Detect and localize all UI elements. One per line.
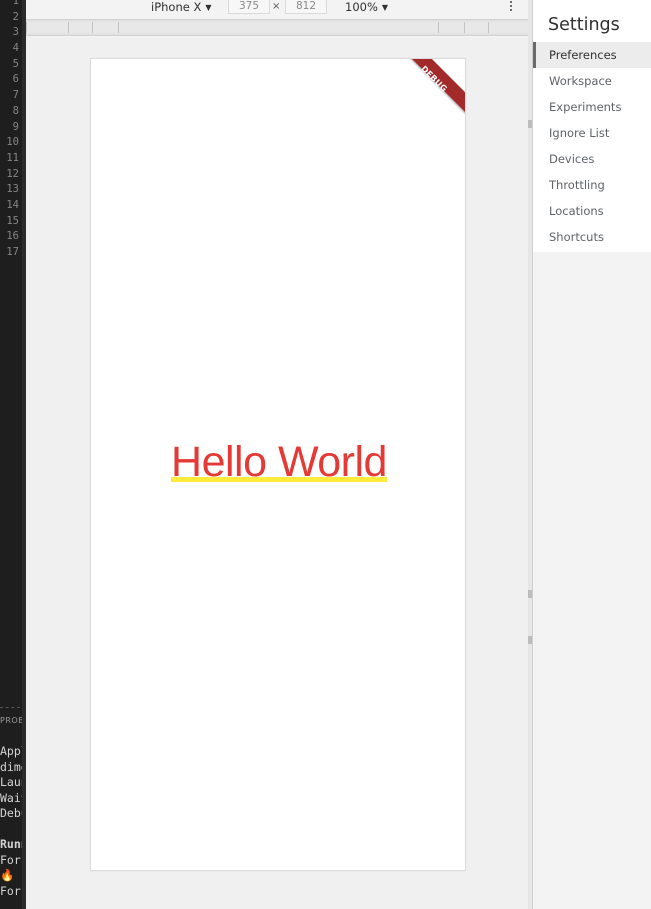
times-icon: × [272,1,281,12]
line-number: 10 [6,136,19,149]
device-viewport: DEBUG Hello World [26,37,531,909]
more-options-icon[interactable] [506,0,516,14]
line-number: 2 [12,10,19,23]
line-number: 9 [12,120,19,133]
debug-banner: DEBUG [394,59,465,119]
height-input[interactable]: 812 [285,0,327,14]
chevron-down-icon: ▼ [381,3,389,12]
zoom-select[interactable]: 100% ▼ [345,0,388,14]
settings-title: Settings [548,15,620,35]
device-name: iPhone X [151,0,202,14]
debug-label: DEBUG [419,64,449,94]
media-query-segment[interactable] [26,22,68,33]
line-number: 3 [12,26,19,39]
line-number: 14 [6,198,19,211]
line-number: 13 [6,183,19,196]
line-numbers: 1 2 3 4 5 6 7 8 9 10 11 12 13 14 15 16 1… [0,0,20,261]
line-number: 5 [12,57,19,70]
settings-nav: Preferences Workspace Experiments Ignore… [533,42,651,250]
media-query-bar [26,19,531,36]
settings-sidebar: Settings Preferences Workspace Experimen… [533,0,651,252]
media-query-segment[interactable] [488,22,531,33]
media-query-segment[interactable] [464,22,488,33]
line-number: 11 [6,151,19,164]
media-query-segment[interactable] [118,22,438,33]
line-number: 17 [6,246,19,258]
line-number: 1 [12,0,19,7]
editor-panel: 1 2 3 4 5 6 7 8 9 10 11 12 13 14 15 16 1… [0,0,26,909]
settings-item-ignore-list[interactable]: Ignore List [533,120,651,146]
line-number: 8 [12,104,19,117]
media-query-segment[interactable] [438,22,464,33]
settings-item-preferences[interactable]: Preferences [533,42,651,68]
line-number: 15 [6,214,19,227]
media-query-segment[interactable] [92,22,118,33]
settings-item-throttling[interactable]: Throttling [533,172,651,198]
zoom-value: 100% [345,0,378,14]
line-number: 6 [12,73,19,86]
settings-item-workspace[interactable]: Workspace [533,68,651,94]
width-input[interactable]: 375 [228,0,270,14]
hello-container: Hello World [155,439,403,485]
media-query-segment[interactable] [68,22,92,33]
line-number: 4 [12,42,19,55]
line-number: 12 [6,167,19,180]
settings-panel: Settings Preferences Workspace Experimen… [532,0,651,909]
chevron-down-icon: ▼ [205,3,212,12]
settings-item-shortcuts[interactable]: Shortcuts [533,224,651,250]
settings-item-devices[interactable]: Devices [533,146,651,172]
line-number: 16 [6,230,19,243]
settings-item-experiments[interactable]: Experiments [533,94,651,120]
settings-item-locations[interactable]: Locations [533,198,651,224]
line-number: 7 [12,89,19,102]
device-select[interactable]: iPhone X ▼ [151,0,212,14]
panel-divider [0,707,20,708]
device-toolbar: iPhone X ▼ 375 × 812 100% ▼ [26,0,531,18]
hello-world-text: Hello World [171,438,387,486]
device-screen[interactable]: DEBUG Hello World [90,58,466,871]
problems-tab[interactable]: PROB [0,716,24,725]
